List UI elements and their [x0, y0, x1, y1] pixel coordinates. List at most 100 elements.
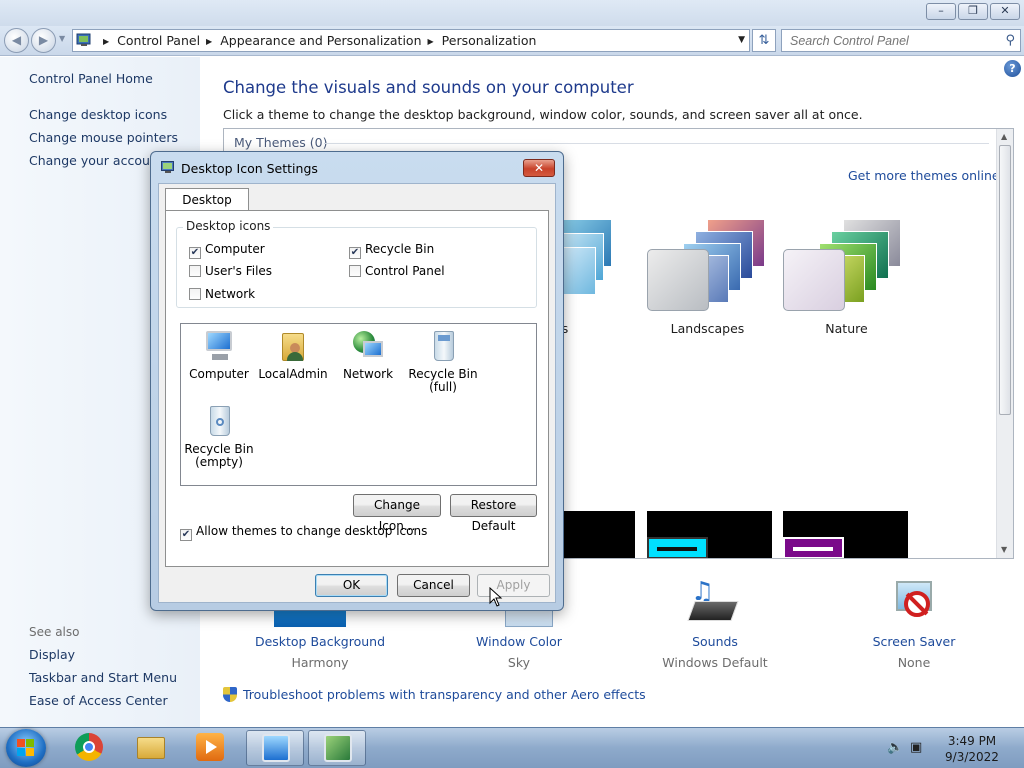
- window-color-value: Sky: [507, 655, 531, 670]
- list-item-recycle-bin-full[interactable]: Recycle Bin (full): [406, 329, 480, 394]
- recycle-bin-empty-icon: [202, 404, 236, 438]
- taskbar-desktop-icon-settings[interactable]: [308, 730, 366, 766]
- change-desktop-icons-link[interactable]: Change desktop icons: [29, 107, 167, 122]
- allow-themes-checkbox[interactable]: ✔ Allow themes to change desktop icons: [180, 524, 427, 541]
- get-more-themes-link[interactable]: Get more themes online: [848, 168, 1000, 183]
- search-input[interactable]: [782, 30, 982, 51]
- taskbar: 🔈 ▣ 3:49 PM 9/3/2022: [0, 727, 1024, 768]
- network-tray-icon[interactable]: ▣: [910, 740, 922, 755]
- search-icon[interactable]: ⚲: [1005, 33, 1015, 48]
- clock-date: 9/3/2022: [945, 750, 999, 764]
- window-color-link[interactable]: Window Color: [419, 634, 619, 649]
- control-panel-checkbox[interactable]: Control Panel: [349, 264, 445, 278]
- refresh-button[interactable]: ⇅: [752, 29, 776, 52]
- help-icon[interactable]: ?: [1004, 60, 1021, 77]
- back-button[interactable]: ◀: [4, 28, 29, 53]
- checkmark-icon[interactable]: ✔: [189, 247, 201, 259]
- breadcrumb-chevron-icon[interactable]: ▶: [428, 31, 434, 52]
- theme-nature[interactable]: Nature: [783, 219, 903, 336]
- see-also-display-link[interactable]: Display: [29, 647, 75, 662]
- page-description: Click a theme to change the desktop back…: [223, 107, 863, 122]
- list-item-computer[interactable]: Computer: [182, 329, 256, 381]
- sounds-link[interactable]: Sounds: [615, 634, 815, 649]
- dialog-close-button[interactable]: ✕: [523, 159, 555, 177]
- address-bar[interactable]: ▶ Control Panel ▶ Appearance and Personaliz…: [72, 29, 750, 52]
- network-checkbox[interactable]: Network: [189, 287, 255, 301]
- taskbar-media-player[interactable]: [181, 730, 239, 766]
- clock[interactable]: 3:49 PM 9/3/2022: [930, 733, 1014, 765]
- basic-theme-color-bar: [783, 537, 844, 558]
- change-mouse-pointers-link[interactable]: Change mouse pointers: [29, 130, 178, 145]
- scrollbar-thumb[interactable]: [999, 145, 1011, 415]
- checkmark-icon[interactable]: ✔: [180, 529, 192, 541]
- taskbar-explorer[interactable]: [122, 730, 180, 766]
- screen-saver-link[interactable]: Screen Saver: [814, 634, 1014, 649]
- troubleshoot-link-text[interactable]: Troubleshoot problems with transparency …: [243, 687, 646, 702]
- basic-theme-color-bar: [647, 537, 708, 558]
- icon-label: Computer: [189, 367, 249, 381]
- breadcrumb-control-panel[interactable]: Control Panel: [117, 33, 200, 48]
- checkbox-box[interactable]: [189, 265, 201, 277]
- list-item-localadmin[interactable]: LocalAdmin: [256, 329, 330, 381]
- breadcrumb-personalization[interactable]: Personalization: [442, 33, 537, 48]
- group-label: Desktop icons: [183, 219, 274, 233]
- screen-saver-item[interactable]: Screen Saver None: [814, 577, 1014, 670]
- list-item-network[interactable]: Network: [331, 329, 405, 381]
- dialog-body: Desktop Icons Desktop icons ✔ Computer ✔ R…: [158, 183, 556, 603]
- user-folder-icon: [276, 329, 310, 363]
- address-dropdown-icon[interactable]: ▼: [738, 35, 745, 45]
- dialog-title: Desktop Icon Settings: [181, 161, 318, 176]
- checkbox-label: Recycle Bin: [365, 242, 435, 256]
- volume-icon[interactable]: 🔈: [887, 740, 903, 755]
- icon-label-sub: (empty): [195, 455, 243, 469]
- checkmark-icon[interactable]: ✔: [349, 247, 361, 259]
- cancel-button[interactable]: Cancel: [397, 574, 470, 597]
- themes-scrollbar[interactable]: ▲ ▼: [996, 129, 1013, 558]
- scroll-down-icon[interactable]: ▼: [1001, 545, 1007, 554]
- desktop-icon-settings-icon: [324, 734, 352, 762]
- chrome-icon: [75, 733, 103, 761]
- theme-landscapes[interactable]: Landscapes: [647, 219, 767, 336]
- control-panel-home-link[interactable]: Control Panel Home: [29, 71, 153, 86]
- scroll-up-icon[interactable]: ▲: [1001, 132, 1007, 141]
- close-button[interactable]: ✕: [990, 3, 1020, 20]
- icon-label-sub: (full): [429, 380, 457, 394]
- taskbar-chrome[interactable]: [60, 730, 118, 766]
- restore-button[interactable]: ❐: [958, 3, 988, 20]
- taskbar-control-panel[interactable]: [246, 730, 304, 766]
- restore-default-button[interactable]: Restore Default: [450, 494, 537, 533]
- change-icon-button[interactable]: Change Icon...: [353, 494, 441, 533]
- recycle-bin-checkbox[interactable]: ✔ Recycle Bin: [349, 242, 434, 259]
- window-titlebar: – ❐ ✕: [0, 0, 1024, 26]
- users-files-checkbox[interactable]: User's Files: [189, 264, 272, 278]
- desktop-background-link[interactable]: Desktop Background: [220, 634, 420, 649]
- refresh-icon: ⇅: [758, 33, 770, 48]
- troubleshoot-link[interactable]: Troubleshoot problems with transparency …: [223, 687, 646, 702]
- breadcrumb-appearance[interactable]: Appearance and Personalization: [220, 33, 421, 48]
- icon-label: Recycle Bin: [408, 367, 478, 381]
- forward-button[interactable]: ▶: [31, 28, 56, 53]
- desktop-background-value: Harmony: [291, 655, 349, 670]
- ok-button[interactable]: OK: [315, 574, 388, 597]
- icon-label: Network: [342, 367, 394, 381]
- basic-theme-2[interactable]: [647, 511, 772, 558]
- divider: [324, 143, 989, 144]
- checkbox-box[interactable]: [189, 288, 201, 300]
- recent-pages-dropdown[interactable]: ▼: [59, 34, 65, 43]
- search-box[interactable]: ⚲: [781, 29, 1021, 52]
- page-title: Change the visuals and sounds on your co…: [223, 78, 634, 97]
- breadcrumb-chevron-icon[interactable]: ▶: [206, 31, 212, 52]
- minimize-button[interactable]: –: [926, 3, 956, 20]
- checkbox-box[interactable]: [349, 265, 361, 277]
- start-orb-icon[interactable]: [6, 729, 46, 767]
- tab-desktop-icons[interactable]: Desktop Icons: [165, 188, 249, 229]
- sounds-item[interactable]: ♫ Sounds Windows Default: [615, 577, 815, 670]
- apply-button[interactable]: Apply: [477, 574, 550, 597]
- see-also-taskbar-link[interactable]: Taskbar and Start Menu: [29, 670, 177, 685]
- see-also-ease-of-access-link[interactable]: Ease of Access Center: [29, 693, 168, 708]
- basic-theme-3[interactable]: [783, 511, 908, 558]
- computer-checkbox[interactable]: ✔ Computer: [189, 242, 265, 259]
- list-item-recycle-bin-empty[interactable]: Recycle Bin (empty): [182, 404, 256, 469]
- breadcrumb-chevron-icon[interactable]: ▶: [103, 31, 109, 52]
- navigation-bar: ◀ ▶ ▼ ▶ Control Panel ▶ Appearance and Pers…: [0, 26, 1024, 56]
